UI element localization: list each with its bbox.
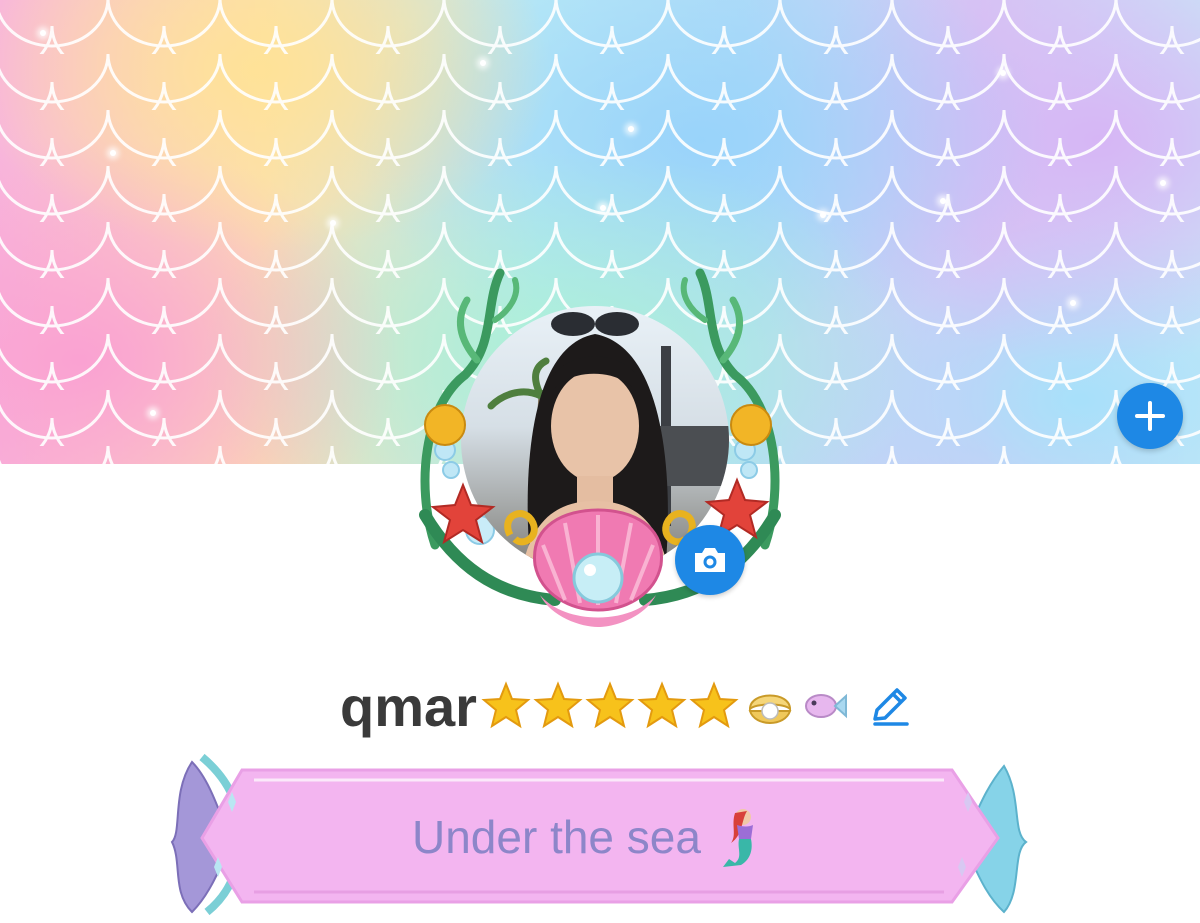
sparkle (110, 150, 116, 156)
sparkle (600, 205, 606, 211)
sparkle (40, 30, 46, 36)
star-icon (637, 681, 687, 729)
plus-icon (1135, 401, 1165, 431)
add-cover-button[interactable] (1117, 383, 1183, 449)
change-photo-button[interactable] (675, 525, 745, 595)
status-text-row: Under the sea (412, 802, 767, 872)
sparkle (150, 410, 156, 416)
star-icon (533, 681, 583, 729)
sparkle (1160, 180, 1166, 186)
sparkle (330, 220, 336, 226)
avatar-frame (415, 265, 785, 635)
sparkle (480, 60, 486, 66)
name-row: qmar (340, 672, 913, 740)
star-icon (481, 681, 531, 729)
sparkle (820, 212, 826, 218)
sparkle (1070, 300, 1076, 306)
username: qmar (340, 674, 477, 738)
name-badges (481, 681, 849, 731)
pearl-shell-icon (748, 694, 792, 724)
pencil-icon[interactable] (867, 683, 913, 729)
star-icon (585, 681, 635, 729)
status-ribbon[interactable]: Under the sea (162, 752, 1038, 918)
fish-icon (804, 693, 847, 719)
star-icon (689, 681, 739, 729)
mermaid-icon (722, 809, 753, 867)
camera-icon (695, 548, 725, 572)
status-text: Under the sea (412, 811, 701, 863)
sparkle (1000, 70, 1006, 76)
sparkle (628, 126, 634, 132)
sparkle (940, 198, 946, 204)
